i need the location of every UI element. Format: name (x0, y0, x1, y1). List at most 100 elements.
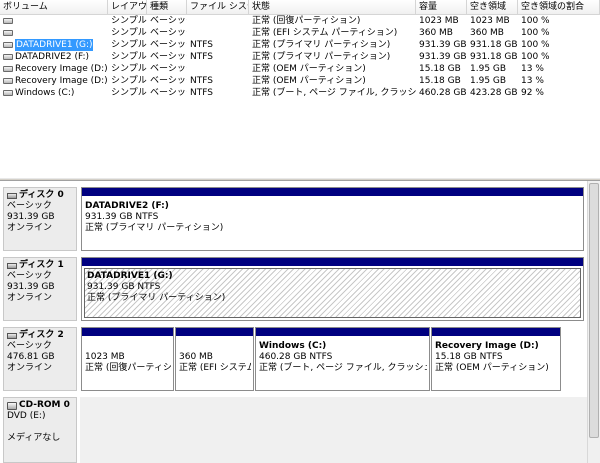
volume-name-text: DATADRIVE2 (F:) (15, 52, 89, 62)
cell-free-space: 360 MB (470, 28, 504, 38)
partition-status: 正常 (ブート, ページ ファイル, クラッシュ ダンプ, プ (259, 363, 427, 373)
cell-filesystem: NTFS (190, 88, 213, 98)
disk-size: 476.81 GB (7, 352, 55, 362)
column-header-free-space[interactable]: 空き領域 (467, 0, 518, 14)
cell-type: ベーシック (150, 64, 187, 74)
cell-capacity: 1023 MB (419, 16, 459, 26)
cell-layout: シンプル (111, 88, 147, 98)
cell-capacity: 15.18 GB (419, 76, 461, 86)
cell-layout: シンプル (111, 52, 147, 62)
disk-size: 931.39 GB (7, 282, 55, 292)
disk-label[interactable]: ディスク 2 ベーシック 476.81 GB オンライン (3, 327, 77, 391)
cdrom-media: メディアなし (7, 433, 61, 443)
cell-free-space: 1.95 GB (470, 76, 507, 86)
column-header-status[interactable]: 状態 (249, 0, 416, 14)
vertical-scrollbar[interactable] (587, 181, 600, 463)
volume-row[interactable]: DATADRIVE2 (F:) シンプルベーシックNTFS 正常 (プライマリ パー… (0, 51, 600, 63)
cdrom-label[interactable]: CD-ROM 0 DVD (E:) メディアなし (3, 397, 77, 463)
cell-free-space: 931.18 GB (470, 40, 518, 50)
cell-capacity: 15.18 GB (419, 64, 461, 74)
disk-state: オンライン (7, 363, 53, 373)
cell-free-percent: 100 % (521, 28, 550, 38)
partition-name: Windows (C:) (259, 341, 327, 351)
volume-row[interactable]: DATADRIVE1 (G:) シンプルベーシックNTFS 正常 (プライマリ パー… (0, 39, 600, 51)
cell-volume-name (0, 15, 108, 27)
volume-name-text: DATADRIVE1 (G:) (15, 39, 94, 51)
disk-label[interactable]: ディスク 0 ベーシック 931.39 GB オンライン (3, 187, 77, 251)
volume-row[interactable]: Recovery Image (D:)シンプルベーシック 正常 (OEM パーティ… (0, 63, 600, 75)
cell-type: ベーシック (150, 28, 187, 38)
volume-row[interactable]: シンプルベーシック 正常 (回復パーティション) 1023 MB 1023 MB 100… (0, 15, 600, 27)
volume-row[interactable]: シンプルベーシック 正常 (EFI システム パーティション) 360 MB 360 … (0, 27, 600, 39)
volume-list[interactable]: ボリューム レイアウト 種類 ファイル システム 状態 容量 空き領域 空き領域… (0, 0, 600, 178)
cdrom-row: CD-ROM 0 DVD (E:) メディアなし (0, 397, 587, 463)
column-header-type[interactable]: 種類 (147, 0, 187, 14)
disk-label[interactable]: ディスク 1 ベーシック 931.39 GB オンライン (3, 257, 77, 321)
partition-size: 360 MB (179, 352, 213, 362)
cell-capacity: 460.28 GB (419, 88, 467, 98)
cell-capacity: 360 MB (419, 28, 453, 38)
partition-status: 正常 (EFI システム (179, 363, 251, 373)
cell-capacity: 931.39 GB (419, 40, 467, 50)
cell-volume-name: DATADRIVE2 (F:) (0, 51, 108, 63)
cell-free-space: 1.95 GB (470, 64, 507, 74)
cell-free-percent: 100 % (521, 52, 550, 62)
cell-free-percent: 100 % (521, 16, 550, 26)
partition-size: 931.39 GB NTFS (85, 212, 159, 222)
partition-header-bar (82, 328, 173, 336)
cell-status: 正常 (EFI システム パーティション) (252, 28, 398, 38)
partition-status: 正常 (OEM パーティション) (435, 363, 549, 373)
disk-title: ディスク 0 (19, 190, 64, 200)
disk-icon (7, 262, 17, 269)
column-header-filesystem[interactable]: ファイル システム (187, 0, 249, 14)
cell-volume-name: Recovery Image (D:) (0, 63, 108, 75)
volume-row[interactable]: Windows (C:) シンプルベーシックNTFS 正常 (ブート, ページ ファ… (0, 87, 600, 99)
partition-size: 931.39 GB NTFS (87, 282, 161, 292)
partition-name: DATADRIVE2 (F:) (85, 201, 169, 211)
cell-status: 正常 (プライマリ パーティション) (252, 52, 391, 62)
cell-free-percent: 100 % (521, 40, 550, 50)
partition-block[interactable]: DATADRIVE1 (G:) 931.39 GB NTFS 正常 (プライマリ パ… (81, 257, 584, 321)
cell-volume-name (0, 27, 108, 39)
partition-name: Recovery Image (D:) (435, 341, 539, 351)
column-header-capacity[interactable]: 容量 (416, 0, 467, 14)
disk-row: ディスク 1 ベーシック 931.39 GB オンライン DATADRIVE1 (G:)… (0, 257, 587, 321)
cell-volume-name: Windows (C:) (0, 87, 108, 99)
cell-type: ベーシック (150, 88, 187, 98)
partition-header-bar (256, 328, 429, 336)
cdrom-title: CD-ROM 0 (19, 400, 70, 410)
partition-info: Recovery Image (D:) 15.18 GB NTFS 正常 (OEM … (435, 341, 558, 374)
cell-type: ベーシック (150, 76, 187, 86)
column-header-layout[interactable]: レイアウト (108, 0, 147, 14)
scrollbar-thumb[interactable] (589, 183, 599, 438)
partition-block[interactable]: Recovery Image (D:) 15.18 GB NTFS 正常 (OEM … (431, 327, 561, 391)
cell-free-percent: 13 % (521, 64, 544, 74)
partition-info: DATADRIVE2 (F:) 931.39 GB NTFS 正常 (プライマリ パ… (85, 201, 581, 234)
cell-free-space: 931.18 GB (470, 52, 518, 62)
cdrom-icon (7, 401, 17, 410)
partition-status: 正常 (プライマリ パーティション) (87, 293, 226, 303)
cell-layout: シンプル (111, 76, 147, 86)
partition-block[interactable]: Windows (C:) 460.28 GB NTFS 正常 (ブート, ページ フ… (255, 327, 430, 391)
cell-free-space: 1023 MB (470, 16, 510, 26)
partition-block[interactable]: DATADRIVE2 (F:) 931.39 GB NTFS 正常 (プライマリ パ… (81, 187, 584, 251)
partition-name: DATADRIVE1 (G:) (87, 271, 173, 281)
partition-block[interactable]: 360 MB 正常 (EFI システム (175, 327, 254, 391)
column-header-free-percent[interactable]: 空き領域の割合 (518, 0, 600, 14)
cell-type: ベーシック (150, 40, 187, 50)
disk-icon (7, 332, 17, 339)
partition-info: 1023 MB正常 (回復パーティショ (85, 341, 171, 374)
column-header-volume[interactable]: ボリューム (0, 0, 108, 14)
volume-row[interactable]: Recovery Image (D:)シンプルベーシックNTFS 正常 (OEM … (0, 75, 600, 87)
cell-filesystem (187, 27, 249, 39)
partition-size: 460.28 GB NTFS (259, 352, 333, 362)
drive-icon (3, 90, 13, 96)
partition-status: 正常 (回復パーティショ (85, 363, 171, 373)
partition-size: 15.18 GB NTFS (435, 352, 503, 362)
volume-name-text: Windows (C:) (15, 88, 75, 98)
cell-status: 正常 (OEM パーティション) (252, 76, 366, 86)
disk-type: ベーシック (7, 201, 52, 211)
partition-block[interactable]: 1023 MB正常 (回復パーティショ (81, 327, 174, 391)
partition-header-bar (176, 328, 253, 336)
cell-filesystem (187, 63, 249, 75)
